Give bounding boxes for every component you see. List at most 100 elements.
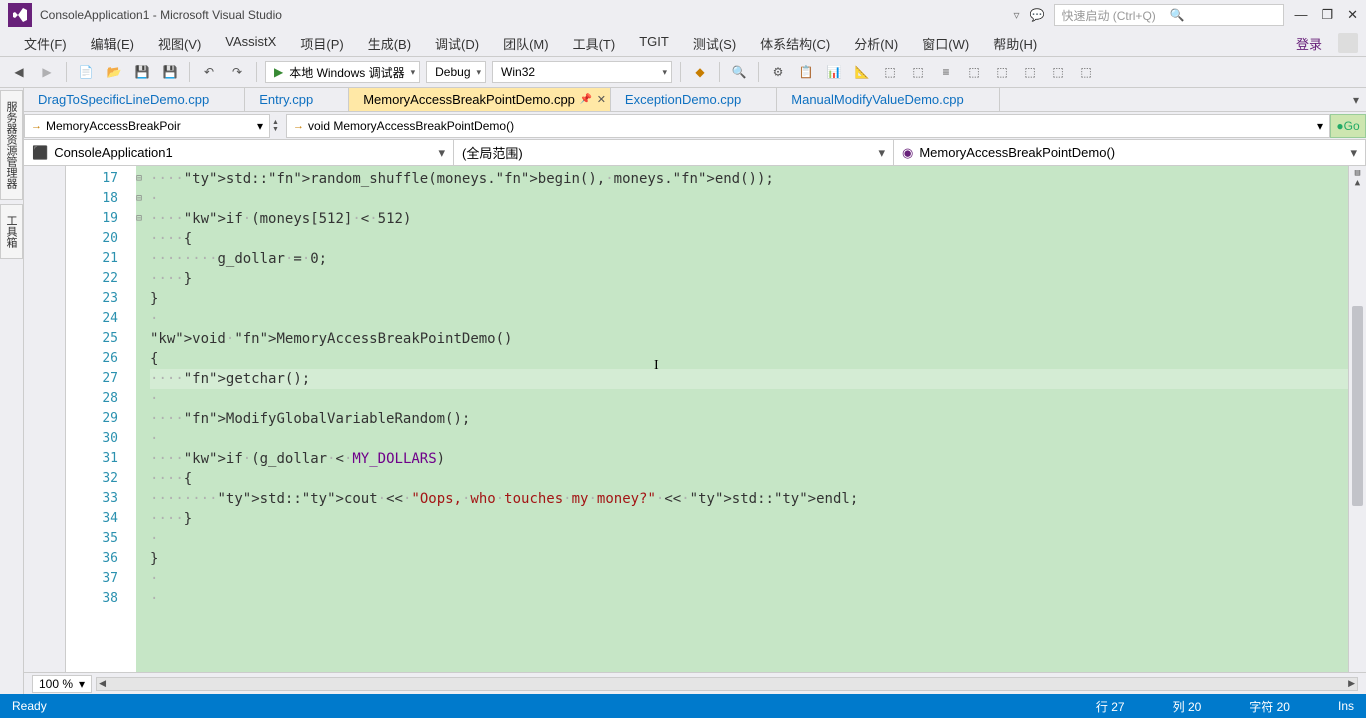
tab-1[interactable]: Entry.cpp [245,88,349,111]
nav-back-button[interactable]: ◀ [8,61,30,83]
pin-icon[interactable]: 📌 [579,94,591,105]
menu-12[interactable]: 分析(N) [842,30,910,57]
minimize-button[interactable]: — [1294,7,1307,23]
feedback-icon[interactable]: 💬 [1029,8,1044,22]
signin-link[interactable]: 登录 [1286,30,1332,57]
project-dropdown[interactable]: ⬛ ConsoleApplication1 ▾ [24,140,454,165]
close-tab-button[interactable]: ✕ [597,93,606,106]
global-scope-label: (全局范围) [462,143,523,162]
scroll-left-button[interactable]: ◀ [99,678,106,689]
flag-icon[interactable]: ▿ [1013,8,1019,22]
user-icon[interactable] [1338,33,1358,53]
tool-btn-5[interactable]: ⬚ [879,61,901,83]
quick-launch-input[interactable]: 快速启动 (Ctrl+Q) 🔍 [1054,4,1284,26]
status-col: 列 20 [1173,698,1202,715]
toolbar: ◀ ▶ 📄 📂 💾 💾 ↶ ↷ ▶ 本地 Windows 调试器 ▾ Debug… [0,56,1366,88]
start-debugging-button[interactable]: ▶ 本地 Windows 调试器 ▾ [265,61,420,83]
nav-scope-label: MemoryAccessBreakPoir [46,119,253,133]
menu-1[interactable]: 编辑(E) [79,30,146,57]
save-all-button[interactable]: 💾 [159,61,181,83]
tab-0[interactable]: DragToSpecificLineDemo.cpp [24,88,245,111]
method-icon: ◉ [902,145,913,161]
code-editor[interactable]: 1718192021222324252627282930313233343536… [24,166,1366,672]
find-button[interactable]: 🔍 [728,61,750,83]
tool-btn-9[interactable]: ⬚ [991,61,1013,83]
document-tabs: DragToSpecificLineDemo.cppEntry.cppMemor… [24,88,1366,112]
nav-scope-dropdown[interactable]: → MemoryAccessBreakPoir ▾ [24,114,270,138]
tool-btn-8[interactable]: ⬚ [963,61,985,83]
restore-button[interactable]: ❐ [1321,7,1333,23]
scroll-right-button[interactable]: ▶ [1348,678,1355,689]
tab-3[interactable]: ExceptionDemo.cpp [611,88,777,111]
status-ins: Ins [1338,699,1354,713]
menu-0[interactable]: 文件(F) [12,30,79,57]
tab-2[interactable]: MemoryAccessBreakPointDemo.cpp📌✕ [349,88,611,111]
split-button[interactable]: ▤ [1349,168,1366,178]
redo-button[interactable]: ↷ [226,61,248,83]
chevron-down-icon: ▾ [79,677,85,691]
zoom-dropdown[interactable]: 100 % ▾ [32,675,92,693]
tool-btn-3[interactable]: 📊 [823,61,845,83]
close-button[interactable]: ✕ [1347,7,1358,23]
tab-4[interactable]: ManualModifyValueDemo.cpp [777,88,999,111]
debugger-label: 本地 Windows 调试器 [289,64,404,81]
menu-8[interactable]: 工具(T) [561,30,628,57]
toolbox-btn[interactable]: ◆ [689,61,711,83]
config-dropdown[interactable]: Debug ▾ [426,61,486,83]
scroll-up-button[interactable]: ▲ [1349,178,1366,188]
open-button[interactable]: 📂 [103,61,125,83]
menu-10[interactable]: 测试(S) [681,30,748,57]
sidebar-toolbox[interactable]: 工具箱 [0,204,23,259]
menu-14[interactable]: 帮助(H) [981,30,1049,57]
platform-dropdown[interactable]: Win32 ▾ [492,61,672,83]
menu-3[interactable]: VAssistX [213,30,288,57]
code-area[interactable]: ····"ty">std::"fn">random_shuffle(moneys… [150,166,1348,672]
vs-logo-icon [8,3,32,27]
config-label: Debug [435,65,470,79]
navigation-bar: → MemoryAccessBreakPoir ▾ ▲ ▼ → void Mem… [24,112,1366,140]
tool-btn-7[interactable]: ≡ [935,61,957,83]
function-dropdown[interactable]: ◉ MemoryAccessBreakPointDemo() ▾ [894,140,1366,165]
fold-column[interactable]: ⊟⊟⊟ [136,166,150,672]
titlebar: ConsoleApplication1 - Microsoft Visual S… [0,0,1366,30]
nav-member-dropdown[interactable]: → void MemoryAccessBreakPointDemo() ▾ [286,114,1330,138]
menu-2[interactable]: 视图(V) [146,30,213,57]
menu-5[interactable]: 生成(B) [356,30,423,57]
breakpoint-margin[interactable] [24,166,66,672]
tool-btn-10[interactable]: ⬚ [1019,61,1041,83]
go-button[interactable]: ●Go [1330,114,1366,138]
horizontal-scrollbar[interactable]: ◀ ▶ [96,677,1358,691]
tool-btn-4[interactable]: 📐 [851,61,873,83]
menu-13[interactable]: 窗口(W) [910,30,981,57]
go-icon: ● [1336,119,1343,133]
notification-area: ▿ 💬 [1013,8,1044,22]
sidebar-server-explorer[interactable]: 服务器资源管理器 [0,90,23,200]
go-label: Go [1344,119,1360,133]
new-project-button[interactable]: 📄 [75,61,97,83]
menu-11[interactable]: 体系结构(C) [748,30,842,57]
menubar: 文件(F)编辑(E)视图(V)VAssistX项目(P)生成(B)调试(D)团队… [0,30,1366,56]
save-button[interactable]: 💾 [131,61,153,83]
status-ready: Ready [12,699,47,713]
tab-overflow-button[interactable]: ▾ [1346,88,1366,111]
nav-up-button[interactable]: ▲ [272,119,284,126]
nav-down-button[interactable]: ▼ [272,126,284,133]
tool-btn-2[interactable]: 📋 [795,61,817,83]
vertical-scrollbar[interactable]: ▤ ▲ [1348,166,1366,672]
scrollbar-thumb[interactable] [1352,306,1363,506]
tool-btn-12[interactable]: ⬚ [1075,61,1097,83]
nav-fwd-button[interactable]: ▶ [36,61,58,83]
play-icon: ▶ [274,65,283,79]
line-number-gutter: 1718192021222324252627282930313233343536… [66,166,136,672]
tool-btn-6[interactable]: ⬚ [907,61,929,83]
project-label: ConsoleApplication1 [54,145,173,160]
menu-4[interactable]: 项目(P) [288,30,355,57]
undo-button[interactable]: ↶ [198,61,220,83]
tool-btn-11[interactable]: ⬚ [1047,61,1069,83]
statusbar: Ready 行 27 列 20 字符 20 Ins [0,694,1366,718]
menu-9[interactable]: TGIT [627,30,681,57]
tool-btn-1[interactable]: ⚙ [767,61,789,83]
menu-6[interactable]: 调试(D) [423,30,491,57]
menu-7[interactable]: 团队(M) [491,30,561,57]
scope-dropdown[interactable]: (全局范围) ▾ [454,140,894,165]
